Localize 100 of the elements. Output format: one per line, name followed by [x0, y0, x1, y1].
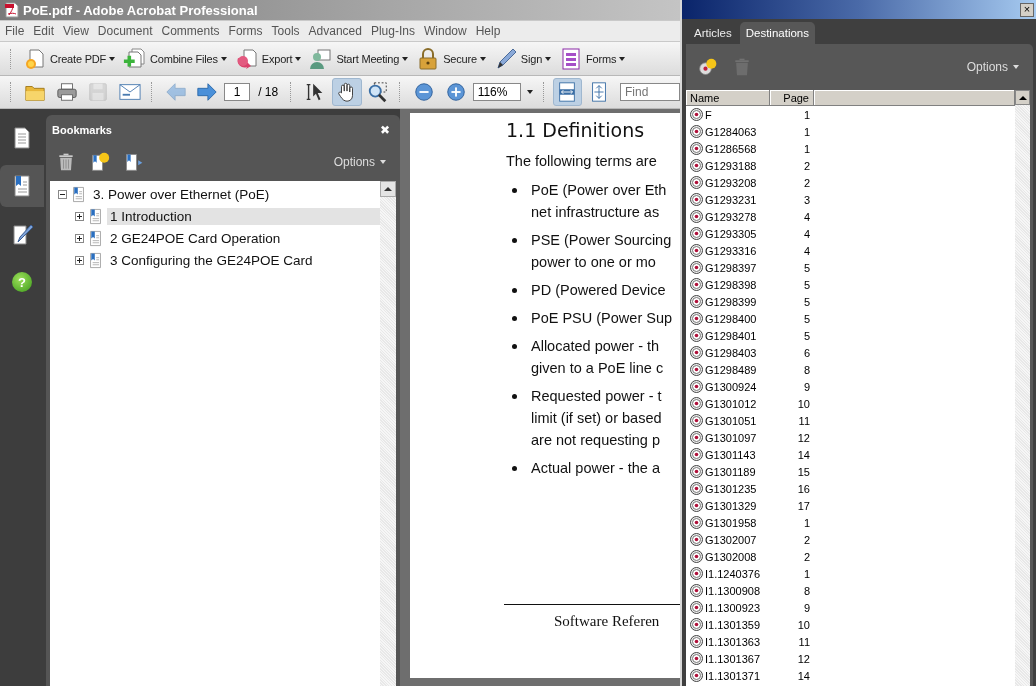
destination-name[interactable]: G1293208 — [705, 176, 757, 189]
menu-item[interactable]: Window — [418, 24, 471, 38]
bookmark-item[interactable]: 3. Power over Ethernet (PoE) — [90, 185, 273, 203]
menu-item[interactable]: Help — [470, 24, 505, 38]
expand-icon[interactable] — [75, 233, 84, 243]
pdf-file-icon — [4, 2, 20, 18]
caret-icon — [1013, 65, 1019, 69]
destination-name[interactable]: G1301189 — [705, 465, 756, 478]
destination-name[interactable]: G1286568 — [705, 142, 757, 155]
target-icon — [690, 567, 703, 580]
destination-name[interactable]: G1298403 — [705, 346, 757, 359]
destination-name[interactable]: G1300924 — [705, 380, 757, 393]
table-cell-text: 12 — [796, 652, 811, 665]
toolbar-button[interactable]: Forms — [556, 44, 629, 73]
target-icon — [690, 363, 703, 376]
destination-name[interactable]: I1.1301359 — [705, 618, 761, 631]
destination-name[interactable]: I1.1301363 — [705, 635, 761, 648]
bookmark-item[interactable]: 1 Introduction — [107, 207, 380, 225]
target-icon — [690, 261, 703, 274]
toolbar-button[interactable] — [331, 78, 362, 106]
destination-name[interactable]: G1298489 — [705, 363, 757, 376]
page-number-field[interactable]: 1 — [224, 83, 251, 101]
target-icon — [690, 669, 703, 682]
destination-name[interactable]: G1284063 — [705, 125, 757, 138]
close-button[interactable]: ✖ — [380, 123, 390, 137]
bookmark-item[interactable]: 3 Configuring the GE24POE Card — [107, 251, 316, 269]
destination-name[interactable]: G1301143 — [705, 448, 756, 461]
destination-name[interactable]: G1293188 — [705, 159, 757, 172]
column-header[interactable]: Name — [686, 90, 770, 106]
destination-name[interactable]: I1.1300923 — [705, 601, 761, 614]
options-button[interactable]: Options — [327, 154, 392, 170]
side-tab[interactable] — [0, 165, 44, 207]
table-cell-text: 1 — [802, 516, 811, 529]
zoom-field[interactable]: 116% — [472, 83, 521, 101]
menu-item[interactable]: Plug-Ins — [365, 24, 419, 38]
table-cell-text: 15 — [796, 465, 811, 478]
table-cell-text: 4 — [802, 210, 811, 223]
menu-item[interactable]: Comments — [156, 24, 224, 38]
destination-name[interactable]: I1.1301367 — [705, 652, 761, 665]
table-cell-text: 6 — [802, 346, 811, 359]
toolbar-button[interactable]: Combine Files — [120, 44, 230, 73]
table-cell-text: 5 — [802, 261, 811, 274]
scrollbar[interactable] — [1015, 90, 1030, 686]
destination-name[interactable]: G1301097 — [705, 431, 757, 444]
destination-name[interactable]: G1293305 — [705, 227, 757, 240]
menu-item[interactable]: View — [58, 24, 93, 38]
toolbar-button[interactable]: Export — [231, 44, 305, 73]
destination-name[interactable]: I1.1240376 — [705, 567, 761, 580]
destination-name[interactable]: G1302008 — [705, 550, 757, 563]
bookmark-item[interactable]: 2 GE24POE Card Operation — [107, 229, 284, 247]
expand-icon[interactable] — [75, 211, 84, 221]
table-cell-text: 2 — [802, 550, 811, 563]
target-icon — [690, 414, 703, 427]
caret-icon — [526, 90, 533, 94]
expand-icon[interactable] — [75, 255, 84, 265]
destination-name[interactable]: G1298400 — [705, 312, 757, 325]
toolbar-button[interactable] — [552, 78, 583, 106]
destination-name[interactable]: G1298398 — [705, 278, 757, 291]
menu-item[interactable]: Forms — [223, 24, 267, 38]
table-cell-text: 11 — [797, 635, 811, 648]
column-header[interactable]: Page — [770, 90, 814, 106]
table-cell-text: 5 — [802, 295, 811, 308]
destination-name[interactable]: G1298399 — [705, 295, 757, 308]
destination-name[interactable]: G1301329 — [705, 499, 757, 512]
destination-name[interactable]: G1301012 — [705, 397, 757, 410]
destination-name[interactable]: I1.1301371 — [705, 669, 761, 682]
destination-name[interactable]: G1293316 — [705, 244, 757, 257]
toolbar-button[interactable]: Start Meeting — [306, 44, 412, 73]
collapse-icon[interactable] — [58, 189, 67, 199]
destination-name[interactable]: G1301958 — [705, 516, 757, 529]
tab[interactable]: Destinations — [739, 22, 815, 44]
destination-name[interactable]: G1301051 — [705, 414, 757, 427]
menu-item[interactable]: Document — [92, 24, 157, 38]
destination-name[interactable]: G1293231 — [705, 193, 757, 206]
toolbar-button[interactable]: Sign — [490, 44, 555, 73]
destination-name[interactable]: G1298401 — [705, 329, 757, 342]
documents-plus-icon — [123, 46, 148, 71]
table-cell-text: 1 — [802, 567, 811, 580]
find-field[interactable]: Find — [620, 83, 680, 101]
scrollbar[interactable] — [380, 181, 396, 686]
menu-item[interactable]: Advanced — [303, 24, 366, 38]
destination-name[interactable]: G1298397 — [705, 261, 757, 274]
panel-title: Bookmarks — [52, 124, 112, 136]
target-icon — [690, 227, 703, 240]
destination-name[interactable]: G1302007 — [705, 533, 757, 546]
destination-name[interactable]: F — [705, 108, 712, 121]
menu-item[interactable]: Edit — [28, 24, 59, 38]
destination-name[interactable]: G1301235 — [705, 482, 757, 495]
tab[interactable]: Articles — [688, 22, 738, 44]
close-button[interactable]: × — [1020, 2, 1034, 17]
destination-name[interactable]: G1293278 — [705, 210, 757, 223]
toolbar-button[interactable] — [124, 152, 144, 172]
destination-name[interactable]: I1.1300908 — [705, 584, 761, 597]
table-cell-text: 3 — [802, 193, 811, 206]
toolbar-button[interactable]: Secure — [413, 44, 489, 73]
menu-item[interactable]: Tools — [266, 24, 304, 38]
menu-item[interactable]: File — [0, 24, 29, 38]
toolbar-button[interactable]: Create PDF — [20, 44, 119, 73]
table-cell-text: 5 — [802, 312, 811, 325]
options-button[interactable]: Options — [960, 59, 1025, 75]
